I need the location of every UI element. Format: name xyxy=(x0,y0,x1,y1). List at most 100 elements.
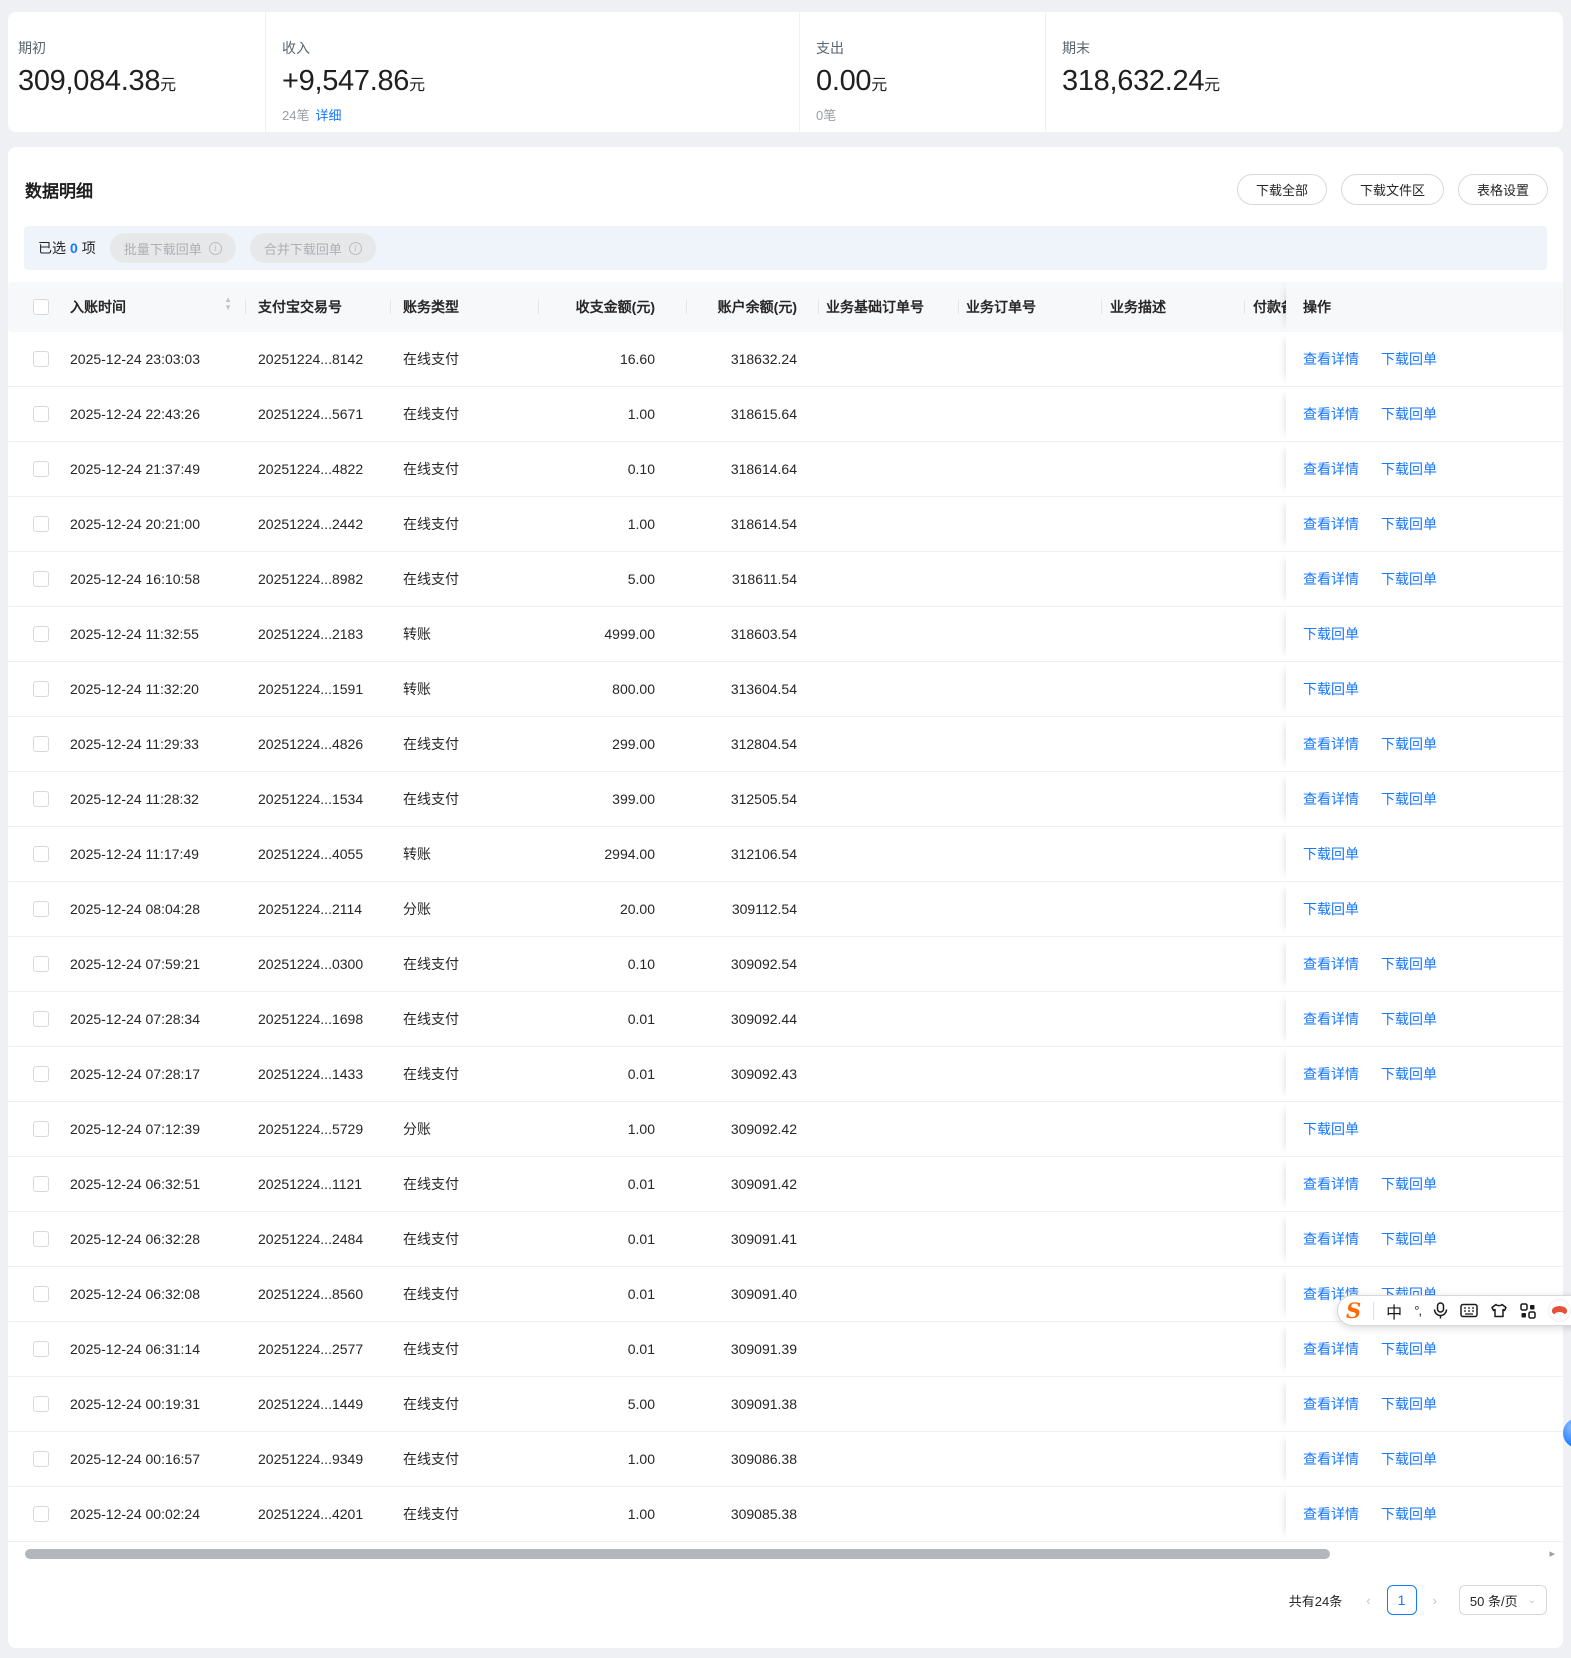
download-receipt-link[interactable]: 下载回单 xyxy=(1381,1449,1437,1469)
row-checkbox[interactable] xyxy=(33,406,49,422)
download-receipt-link[interactable]: 下载回单 xyxy=(1381,789,1437,809)
row-checkbox[interactable] xyxy=(33,1176,49,1192)
toolbox-grid-icon[interactable] xyxy=(1520,1303,1536,1319)
next-page-button[interactable]: › xyxy=(1427,1593,1443,1608)
view-detail-link[interactable]: 查看详情 xyxy=(1303,734,1359,754)
download-receipt-link[interactable]: 下载回单 xyxy=(1381,404,1437,424)
download-receipt-link[interactable]: 下载回单 xyxy=(1381,459,1437,479)
download-receipt-link[interactable]: 下载回单 xyxy=(1303,1119,1359,1139)
view-detail-link[interactable]: 查看详情 xyxy=(1303,569,1359,589)
row-checkbox[interactable] xyxy=(33,1396,49,1412)
row-checkbox[interactable] xyxy=(33,1506,49,1522)
view-detail-link[interactable]: 查看详情 xyxy=(1303,954,1359,974)
row-checkbox[interactable] xyxy=(33,1011,49,1027)
row-checkbox[interactable] xyxy=(33,1121,49,1137)
row-checkbox[interactable] xyxy=(33,351,49,367)
summary-opening: 期初 309,084.38元 xyxy=(8,12,265,132)
view-detail-link[interactable]: 查看详情 xyxy=(1303,514,1359,534)
cell-order xyxy=(959,1102,1102,1156)
view-detail-link[interactable]: 查看详情 xyxy=(1303,1174,1359,1194)
row-checkbox[interactable] xyxy=(33,1341,49,1357)
download-receipt-link[interactable]: 下载回单 xyxy=(1303,624,1359,644)
selection-bar: 已选0项 批量下载回单 i 合并下载回单 i xyxy=(24,226,1547,270)
row-checkbox[interactable] xyxy=(33,626,49,642)
download-receipt-link[interactable]: 下载回单 xyxy=(1381,1504,1437,1524)
page-size-select[interactable]: 50 条/页 ⌄ xyxy=(1459,1585,1547,1615)
cell-actions: 查看详情 下载回单 xyxy=(1286,387,1563,441)
cell-amount: 5.00 xyxy=(539,552,687,606)
ime-mascot-icon[interactable] xyxy=(1548,1299,1571,1322)
download-receipt-link[interactable]: 下载回单 xyxy=(1381,1339,1437,1359)
download-receipt-link[interactable]: 下载回单 xyxy=(1381,569,1437,589)
download-receipt-link[interactable]: 下载回单 xyxy=(1381,734,1437,754)
row-checkbox[interactable] xyxy=(33,681,49,697)
table-body: 2025-12-24 23:03:03 20251224...8142 在线支付… xyxy=(8,332,1563,1542)
download-receipt-link[interactable]: 下载回单 xyxy=(1381,1064,1437,1084)
cell-base-order xyxy=(819,717,959,771)
row-checkbox[interactable] xyxy=(33,1451,49,1467)
chinese-mode-icon[interactable]: 中 xyxy=(1386,1299,1402,1323)
cell-order xyxy=(959,1212,1102,1266)
row-checkbox[interactable] xyxy=(33,791,49,807)
floating-assistant-ball[interactable] xyxy=(1563,1418,1571,1448)
skin-shirt-icon[interactable] xyxy=(1490,1303,1508,1318)
cell-time: 2025-12-24 07:12:39 xyxy=(58,1102,246,1156)
view-detail-link[interactable]: 查看详情 xyxy=(1303,1064,1359,1084)
keyboard-icon[interactable] xyxy=(1460,1303,1478,1318)
view-detail-link[interactable]: 查看详情 xyxy=(1303,1339,1359,1359)
view-detail-link[interactable]: 查看详情 xyxy=(1303,789,1359,809)
sort-control[interactable]: ▲▼ xyxy=(224,300,232,315)
microphone-icon[interactable] xyxy=(1433,1302,1448,1319)
sogou-logo-icon[interactable]: S xyxy=(1346,1300,1361,1321)
download-receipt-link[interactable]: 下载回单 xyxy=(1303,844,1359,864)
download-receipt-link[interactable]: 下载回单 xyxy=(1303,679,1359,699)
merge-download-button[interactable]: 合并下载回单 i xyxy=(250,233,376,263)
scrollbar-thumb[interactable] xyxy=(25,1549,1330,1559)
row-checkbox[interactable] xyxy=(33,1066,49,1082)
view-detail-link[interactable]: 查看详情 xyxy=(1303,1394,1359,1414)
row-checkbox[interactable] xyxy=(33,571,49,587)
row-checkbox[interactable] xyxy=(33,736,49,752)
download-receipt-link[interactable]: 下载回单 xyxy=(1381,954,1437,974)
view-detail-link[interactable]: 查看详情 xyxy=(1303,1504,1359,1524)
prev-page-button[interactable]: ‹ xyxy=(1360,1593,1376,1608)
view-detail-link[interactable]: 查看详情 xyxy=(1303,459,1359,479)
punctuation-icon[interactable]: °, xyxy=(1414,1303,1421,1318)
row-checkbox[interactable] xyxy=(33,1286,49,1302)
cell-actions: 下载回单 xyxy=(1286,827,1563,881)
page-number-button[interactable]: 1 xyxy=(1387,1585,1417,1615)
cell-txn-id: 20251224...4826 xyxy=(246,717,391,771)
download-receipt-link[interactable]: 下载回单 xyxy=(1303,899,1359,919)
view-detail-link[interactable]: 查看详情 xyxy=(1303,1009,1359,1029)
table-settings-button[interactable]: 表格设置 xyxy=(1458,174,1548,205)
scroll-right-arrow[interactable]: ▸ xyxy=(1549,1547,1555,1560)
view-detail-link[interactable]: 查看详情 xyxy=(1303,404,1359,424)
row-checkbox[interactable] xyxy=(33,956,49,972)
row-checkbox[interactable] xyxy=(33,901,49,917)
download-receipt-link[interactable]: 下载回单 xyxy=(1381,1394,1437,1414)
row-checkbox[interactable] xyxy=(33,461,49,477)
income-detail-link[interactable]: 详细 xyxy=(315,108,341,123)
download-all-button[interactable]: 下载全部 xyxy=(1237,174,1327,205)
cell-base-order xyxy=(819,1102,959,1156)
download-file-zone-button[interactable]: 下载文件区 xyxy=(1341,174,1444,205)
cell-order xyxy=(959,442,1102,496)
row-checkbox[interactable] xyxy=(33,846,49,862)
row-checkbox[interactable] xyxy=(33,516,49,532)
cell-base-order xyxy=(819,552,959,606)
horizontal-scrollbar[interactable]: ▸ xyxy=(8,1547,1563,1561)
view-detail-link[interactable]: 查看详情 xyxy=(1303,1449,1359,1469)
cell-account-type: 在线支付 xyxy=(391,992,539,1046)
cell-order xyxy=(959,1157,1102,1211)
cell-description xyxy=(1102,827,1245,881)
download-receipt-link[interactable]: 下载回单 xyxy=(1381,349,1437,369)
row-checkbox[interactable] xyxy=(33,1231,49,1247)
download-receipt-link[interactable]: 下载回单 xyxy=(1381,1009,1437,1029)
view-detail-link[interactable]: 查看详情 xyxy=(1303,1229,1359,1249)
batch-download-button[interactable]: 批量下载回单 i xyxy=(110,233,236,263)
download-receipt-link[interactable]: 下载回单 xyxy=(1381,1229,1437,1249)
view-detail-link[interactable]: 查看详情 xyxy=(1303,349,1359,369)
select-all-checkbox[interactable] xyxy=(33,299,49,315)
download-receipt-link[interactable]: 下载回单 xyxy=(1381,1174,1437,1194)
download-receipt-link[interactable]: 下载回单 xyxy=(1381,514,1437,534)
